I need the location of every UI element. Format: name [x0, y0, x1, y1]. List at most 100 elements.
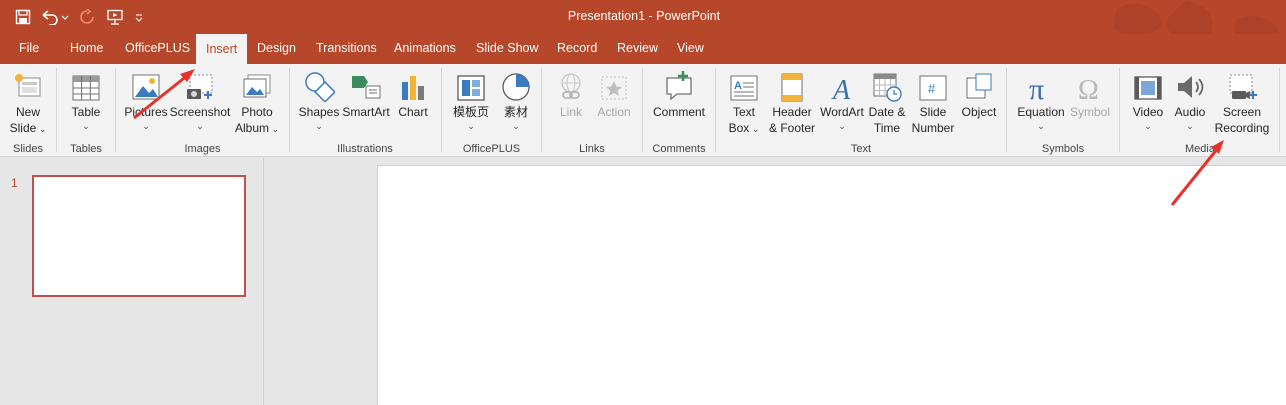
- slide-number-label: Slide: [919, 105, 947, 119]
- object-label: Object: [961, 105, 997, 119]
- slide-number-icon: #: [919, 75, 947, 101]
- screenshot-button[interactable]: Screenshot ⌄: [170, 68, 230, 132]
- shapes-icon: [305, 72, 335, 102]
- video-button[interactable]: Video ⌄: [1128, 68, 1168, 132]
- svg-text:π: π: [1029, 73, 1044, 102]
- smartart-button[interactable]: SmartArt: [341, 68, 391, 120]
- svg-text:A: A: [734, 80, 742, 92]
- action-label: Action: [597, 105, 631, 119]
- shapes-button[interactable]: Shapes ⌄: [298, 68, 340, 132]
- screenshot-icon: [187, 74, 213, 99]
- group-tables: Table ⌄ Tables: [57, 64, 115, 157]
- tab-insert[interactable]: Insert: [196, 34, 248, 64]
- group-label-images: Images: [184, 143, 221, 155]
- template-page-label: 模板页: [452, 105, 489, 119]
- chevron-down-icon: ⌄: [36, 124, 47, 134]
- materials-icon: [502, 73, 530, 101]
- video-label: Video: [1132, 105, 1164, 119]
- group-label-officeplus: OfficePLUS: [462, 143, 521, 155]
- link-icon: [561, 73, 581, 99]
- group-officeplus: 模板页 ⌄ 素材 ⌄ OfficePLUS: [442, 64, 541, 157]
- header-footer-label: Header: [772, 105, 812, 119]
- group-comments: Comment Comments: [643, 64, 715, 157]
- screenshot-label: Screenshot: [169, 105, 231, 119]
- editor-background: [265, 158, 377, 405]
- tab-transitions[interactable]: Transitions: [316, 34, 377, 64]
- header-footer-label-2: & Footer: [768, 121, 816, 135]
- tab-record[interactable]: Record: [557, 34, 597, 64]
- chart-button[interactable]: Chart: [394, 68, 432, 120]
- group-label-illustrations: Illustrations: [337, 143, 393, 155]
- chevron-down-icon: ⌄: [1037, 121, 1045, 131]
- new-slide-label: New: [15, 105, 40, 119]
- svg-text:#: #: [928, 81, 936, 96]
- text-box-label: Text: [732, 105, 755, 119]
- tab-review[interactable]: Review: [617, 34, 658, 64]
- group-images: Pictures ⌄ Screenshot ⌄ Photo Album ⌄ Im…: [116, 64, 289, 157]
- new-slide-icon: [15, 74, 41, 97]
- object-icon: [966, 73, 992, 99]
- group-label-comments: Comments: [652, 143, 706, 155]
- slide-canvas[interactable]: [377, 165, 1286, 405]
- new-slide-button[interactable]: New Slide ⌄: [4, 68, 52, 136]
- svg-text:A: A: [831, 75, 851, 102]
- audio-button[interactable]: Audio ⌄: [1170, 68, 1210, 132]
- link-button[interactable]: Link: [554, 68, 588, 120]
- pictures-icon: [132, 74, 160, 100]
- group-media: Video ⌄ Audio ⌄ Screen Recording Media: [1120, 64, 1280, 157]
- table-icon: [72, 75, 100, 101]
- svg-text:Ω: Ω: [1078, 75, 1099, 102]
- chevron-down-icon: ⌄: [82, 121, 90, 131]
- chevron-down-icon: ⌄: [512, 121, 520, 131]
- comment-button[interactable]: Comment: [651, 68, 707, 120]
- tab-design[interactable]: Design: [257, 34, 296, 64]
- equation-icon: π: [1029, 73, 1044, 102]
- pictures-button[interactable]: Pictures ⌄: [123, 68, 169, 132]
- text-box-button[interactable]: A Text Box ⌄: [724, 68, 764, 136]
- slide-number-button[interactable]: # Slide Number: [910, 68, 956, 136]
- chevron-down-icon: ⌄: [749, 124, 760, 134]
- group-label-tables: Tables: [70, 143, 102, 155]
- group-label-media: Media: [1185, 143, 1215, 155]
- group-label-slides: Slides: [13, 143, 43, 155]
- header-footer-button[interactable]: Header & Footer: [766, 68, 818, 136]
- chevron-down-icon: ⌄: [467, 121, 475, 131]
- action-button[interactable]: Action: [593, 68, 635, 120]
- group-text: A Text Box ⌄ Header & Footer A WordArt ⌄…: [716, 64, 1006, 157]
- photo-album-button[interactable]: Photo Album ⌄: [231, 68, 283, 136]
- photo-album-label-2: Album: [234, 121, 269, 135]
- comment-label: Comment: [652, 105, 705, 119]
- tab-home[interactable]: Home: [70, 34, 103, 64]
- table-label: Table: [71, 105, 101, 119]
- group-symbols: π Equation ⌄ Ω Symbol Symbols: [1007, 64, 1119, 157]
- screen-recording-label-2: Recording: [1214, 121, 1270, 135]
- group-label-text: Text: [850, 143, 872, 155]
- new-slide-label-2: Slide: [9, 121, 37, 135]
- ribbon-tabs: File Home OfficePLUS Insert Design Trans…: [0, 34, 1286, 64]
- tab-animations[interactable]: Animations: [394, 34, 456, 64]
- tab-slide-show[interactable]: Slide Show: [476, 34, 539, 64]
- template-page-button[interactable]: 模板页 ⌄: [450, 68, 492, 132]
- slide-thumbnail[interactable]: [32, 175, 246, 297]
- tab-officeplus[interactable]: OfficePLUS: [125, 34, 190, 64]
- group-divider: [1279, 68, 1280, 152]
- comment-icon: [666, 71, 692, 101]
- group-slides: New Slide ⌄ Slides: [0, 64, 56, 157]
- screen-recording-button[interactable]: Screen Recording: [1212, 68, 1272, 136]
- audio-icon: [1178, 76, 1204, 98]
- shapes-label: Shapes: [298, 105, 340, 119]
- photo-album-icon: [243, 74, 271, 98]
- equation-button[interactable]: π Equation ⌄: [1015, 68, 1067, 132]
- materials-button[interactable]: 素材 ⌄: [496, 68, 536, 132]
- tab-file[interactable]: File: [19, 34, 39, 64]
- screen-recording-label: Screen: [1222, 105, 1262, 119]
- symbol-button[interactable]: Ω Symbol: [1067, 68, 1113, 120]
- date-time-button[interactable]: Date & Time: [866, 68, 908, 136]
- text-box-icon: A: [730, 75, 758, 101]
- header-footer-icon: [781, 73, 803, 102]
- wordart-button[interactable]: A WordArt ⌄: [818, 68, 866, 132]
- tab-view[interactable]: View: [677, 34, 704, 64]
- group-illustrations: Shapes ⌄ SmartArt Chart Illustrations: [290, 64, 440, 157]
- object-button[interactable]: Object: [958, 68, 1000, 120]
- table-button[interactable]: Table ⌄: [66, 68, 106, 132]
